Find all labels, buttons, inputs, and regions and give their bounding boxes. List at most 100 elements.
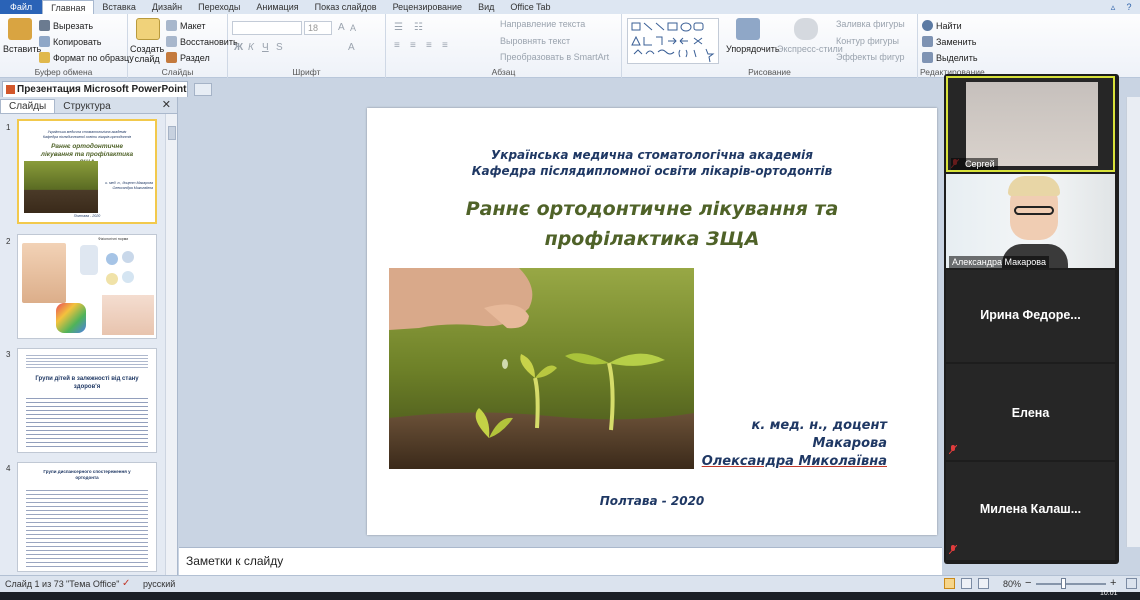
align-center-icon[interactable]: ≡ xyxy=(410,40,416,51)
mic-muted-icon xyxy=(949,445,957,454)
layout-button[interactable]: Макет xyxy=(166,20,205,31)
font-name-box[interactable] xyxy=(232,21,302,35)
pane-scroll-thumb[interactable] xyxy=(168,126,176,140)
thumb-text-lines xyxy=(26,487,148,567)
format-label: Формат по образцу xyxy=(53,52,134,63)
tab-home[interactable]: Главная xyxy=(42,0,95,15)
section-button[interactable]: Раздел xyxy=(166,52,210,63)
thumb-line2: Кафедра післядипломної освіти лікарів-ор… xyxy=(42,135,132,139)
close-pane-icon[interactable]: ✕ xyxy=(162,98,171,111)
new-tab-button[interactable] xyxy=(194,83,212,96)
current-slide[interactable]: Українська медична стоматологічна академ… xyxy=(367,108,937,535)
participant-tile-milena[interactable]: Милена Калаш... xyxy=(946,462,1115,560)
copy-icon xyxy=(39,36,50,47)
smartart-button[interactable]: Преобразовать в SmartArt xyxy=(500,52,609,62)
slide-thumbnail-1[interactable]: Українська медична стоматологічна академ… xyxy=(17,119,157,224)
thumb-title: Групи диспансерного спостереження у орто… xyxy=(43,469,131,480)
slide-thumbnail-4[interactable]: Групи диспансерного спостереження у орто… xyxy=(17,462,157,572)
replace-label: Заменить xyxy=(936,36,977,47)
thumb-pacifier-image xyxy=(122,271,134,283)
paste-icon[interactable] xyxy=(8,18,32,40)
reading-view-icon[interactable] xyxy=(978,578,989,589)
notes-field[interactable]: Заметки к слайду xyxy=(179,547,942,575)
font-color-icon[interactable]: A xyxy=(348,42,355,53)
spellcheck-icon[interactable]: ✓ xyxy=(122,578,130,589)
tab-slideshow[interactable]: Показ слайдов xyxy=(307,0,385,14)
zoom-slider[interactable] xyxy=(1036,583,1106,585)
align-left-icon[interactable]: ≡ xyxy=(394,40,400,51)
slide-thumbnail-3[interactable]: Групи дітей в залежності від стану здоро… xyxy=(17,348,157,453)
justify-icon[interactable]: ≡ xyxy=(442,40,448,51)
shadow-icon[interactable]: S xyxy=(276,42,283,53)
align-text-button[interactable]: Выровнять текст xyxy=(500,36,570,46)
paragraph-group-label: Абзац xyxy=(491,67,516,77)
paragraph-group: ☰ ☷ ≡ ≡ ≡ ≡ Направление текста Выровнять… xyxy=(386,14,622,78)
reset-button[interactable]: Восстановить xyxy=(166,36,238,47)
participant-tile-irina[interactable]: Ирина Федоре... xyxy=(946,270,1115,362)
zoom-slider-thumb[interactable] xyxy=(1061,578,1066,589)
tab-animation[interactable]: Анимация xyxy=(248,0,306,14)
slide-sorter-icon[interactable] xyxy=(961,578,972,589)
theme-name[interactable]: "Тема Office" xyxy=(66,579,119,589)
help-icon[interactable]: ? xyxy=(1124,2,1134,12)
tab-design[interactable]: Дизайн xyxy=(144,0,190,14)
tab-transitions[interactable]: Переходы xyxy=(190,0,248,14)
align-right-icon[interactable]: ≡ xyxy=(426,40,432,51)
new-slide-icon[interactable] xyxy=(136,18,160,40)
numbering-icon[interactable]: ☷ xyxy=(414,22,423,33)
thumb-pacifier-image xyxy=(122,251,134,263)
find-button[interactable]: Найти xyxy=(922,20,962,31)
language[interactable]: русский xyxy=(143,579,175,589)
zoom-out-icon[interactable]: − xyxy=(1025,577,1031,589)
slide-scrollbar[interactable] xyxy=(1126,97,1140,547)
arrange-button[interactable]: Упорядочить xyxy=(726,44,780,54)
underline-icon[interactable]: Ч xyxy=(262,42,269,53)
shapes-gallery[interactable] xyxy=(627,18,719,64)
normal-view-icon[interactable] xyxy=(944,578,955,589)
zoom-level[interactable]: 80% xyxy=(1003,579,1021,589)
participant-name: Александра Макарова xyxy=(949,256,1049,268)
tab-insert[interactable]: Вставка xyxy=(94,0,143,14)
collapse-ribbon-icon[interactable]: ▵ xyxy=(1108,2,1118,12)
participant-name: Елена xyxy=(1011,406,1050,420)
copy-label: Копировать xyxy=(53,36,102,47)
pane-scrollbar[interactable] xyxy=(165,114,177,575)
tab-file[interactable]: Файл xyxy=(0,0,43,14)
select-button[interactable]: Выделить xyxy=(922,52,978,63)
shape-fill-button[interactable]: Заливка фигуры xyxy=(836,19,905,29)
zoom-in-icon[interactable]: + xyxy=(1110,577,1116,589)
new-slide-button[interactable]: Создать слайд xyxy=(130,44,164,64)
arrange-icon[interactable] xyxy=(736,18,760,40)
thumb-text-lines xyxy=(26,395,148,447)
tab-review[interactable]: Рецензирование xyxy=(385,0,471,14)
format-painter-button[interactable]: Формат по образцу xyxy=(39,52,134,63)
copy-button[interactable]: Копировать xyxy=(39,36,101,47)
grow-font-icon[interactable]: A xyxy=(338,22,345,33)
paste-button[interactable]: Вставить xyxy=(3,44,41,54)
bold-icon[interactable]: Ж xyxy=(234,42,243,53)
participant-tile-sergey[interactable]: Сергей xyxy=(946,76,1115,172)
fit-to-window-icon[interactable] xyxy=(1126,578,1137,589)
tab-slides[interactable]: Слайды xyxy=(0,99,56,113)
tab-office-tab[interactable]: Office Tab xyxy=(502,0,558,14)
participant-tile-aleksandra[interactable]: Александра Макарова xyxy=(946,174,1115,268)
bullets-icon[interactable]: ☰ xyxy=(394,22,403,33)
scissors-icon xyxy=(39,20,50,31)
cut-button[interactable]: Вырезать xyxy=(39,20,93,31)
tab-view[interactable]: Вид xyxy=(470,0,502,14)
shape-outline-button[interactable]: Контур фигуры xyxy=(836,36,899,46)
shape-effects-button[interactable]: Эффекты фигур xyxy=(836,52,905,62)
shrink-font-icon[interactable]: A xyxy=(350,23,356,33)
quick-styles-button[interactable]: Экспресс-стили xyxy=(777,44,843,54)
font-group: 18 A A Ж К Ч S A Шрифт xyxy=(228,14,386,78)
italic-icon[interactable]: К xyxy=(248,42,254,53)
text-direction-button[interactable]: Направление текста xyxy=(500,19,585,29)
participant-tile-elena[interactable]: Елена xyxy=(946,364,1115,460)
drawing-group-label: Рисование xyxy=(748,67,791,77)
tab-outline[interactable]: Структура xyxy=(55,100,118,113)
replace-button[interactable]: Заменить xyxy=(922,36,976,47)
font-size-box[interactable]: 18 xyxy=(304,21,332,35)
document-tab[interactable]: Презентация Microsoft PowerPoint xyxy=(2,81,188,97)
slide-thumbnail-2[interactable]: Фізіологічні норми xyxy=(17,234,157,339)
quick-styles-icon[interactable] xyxy=(794,18,818,40)
